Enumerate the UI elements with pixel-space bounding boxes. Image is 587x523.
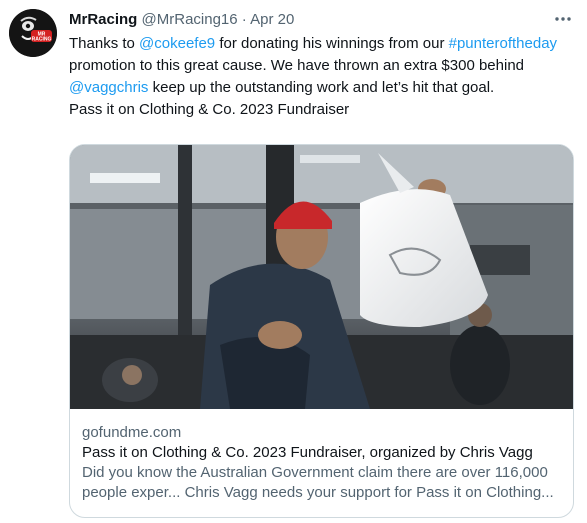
- card-text: gofundme.com Pass it on Clothing & Co. 2…: [82, 423, 561, 503]
- card-domain: gofundme.com: [82, 424, 182, 441]
- card-description-line: Did you know the Australian Government c…: [82, 464, 548, 481]
- more-icon[interactable]: [553, 9, 573, 34]
- display-name[interactable]: MrRacing: [69, 11, 137, 28]
- timestamp[interactable]: Apr 20: [250, 11, 294, 28]
- card-description: Did you know the Australian Government c…: [82, 463, 561, 503]
- hashtag-punteroftheday[interactable]: #punteroftheday: [449, 35, 557, 52]
- handle[interactable]: @MrRacing16: [142, 11, 238, 28]
- mention-vaggchris[interactable]: @vaggchris: [69, 79, 148, 96]
- tweet-header: MrRacing @MrRacing16 · Apr 20: [69, 11, 573, 31]
- mention-cokeefe9[interactable]: @cokeefe9: [139, 35, 215, 52]
- card-title: Pass it on Clothing & Co. 2023 Fundraise…: [82, 444, 533, 461]
- card-image: [70, 145, 573, 409]
- avatar[interactable]: MR RACING: [9, 9, 57, 57]
- tweet-text: Thanks to @cokeefe9 for donating his win…: [69, 33, 569, 121]
- tweet-text-line: Pass it on Clothing & Co. 2023 Fundraise…: [69, 101, 350, 118]
- link-card[interactable]: gofundme.com Pass it on Clothing & Co. 2…: [69, 144, 574, 518]
- tweet-text-part: promotion to this great cause. We have t…: [69, 57, 525, 74]
- card-description-line: people exper... Chris Vagg needs your su…: [82, 484, 554, 501]
- card-photo: [70, 145, 573, 409]
- tweet-text-part: keep up the outstanding work and let’s h…: [148, 79, 495, 96]
- separator: ·: [241, 11, 247, 28]
- tweet[interactable]: MR RACING MrRacing @MrRacing16 · Apr 20 …: [0, 0, 587, 523]
- tweet-text-part: for donating his winnings from our: [215, 35, 449, 52]
- mr-racing-logo: MR RACING: [9, 9, 57, 57]
- more-dots-icon: [555, 17, 571, 21]
- svg-text:RACING: RACING: [32, 37, 52, 43]
- tweet-text-part: Thanks to: [69, 35, 140, 52]
